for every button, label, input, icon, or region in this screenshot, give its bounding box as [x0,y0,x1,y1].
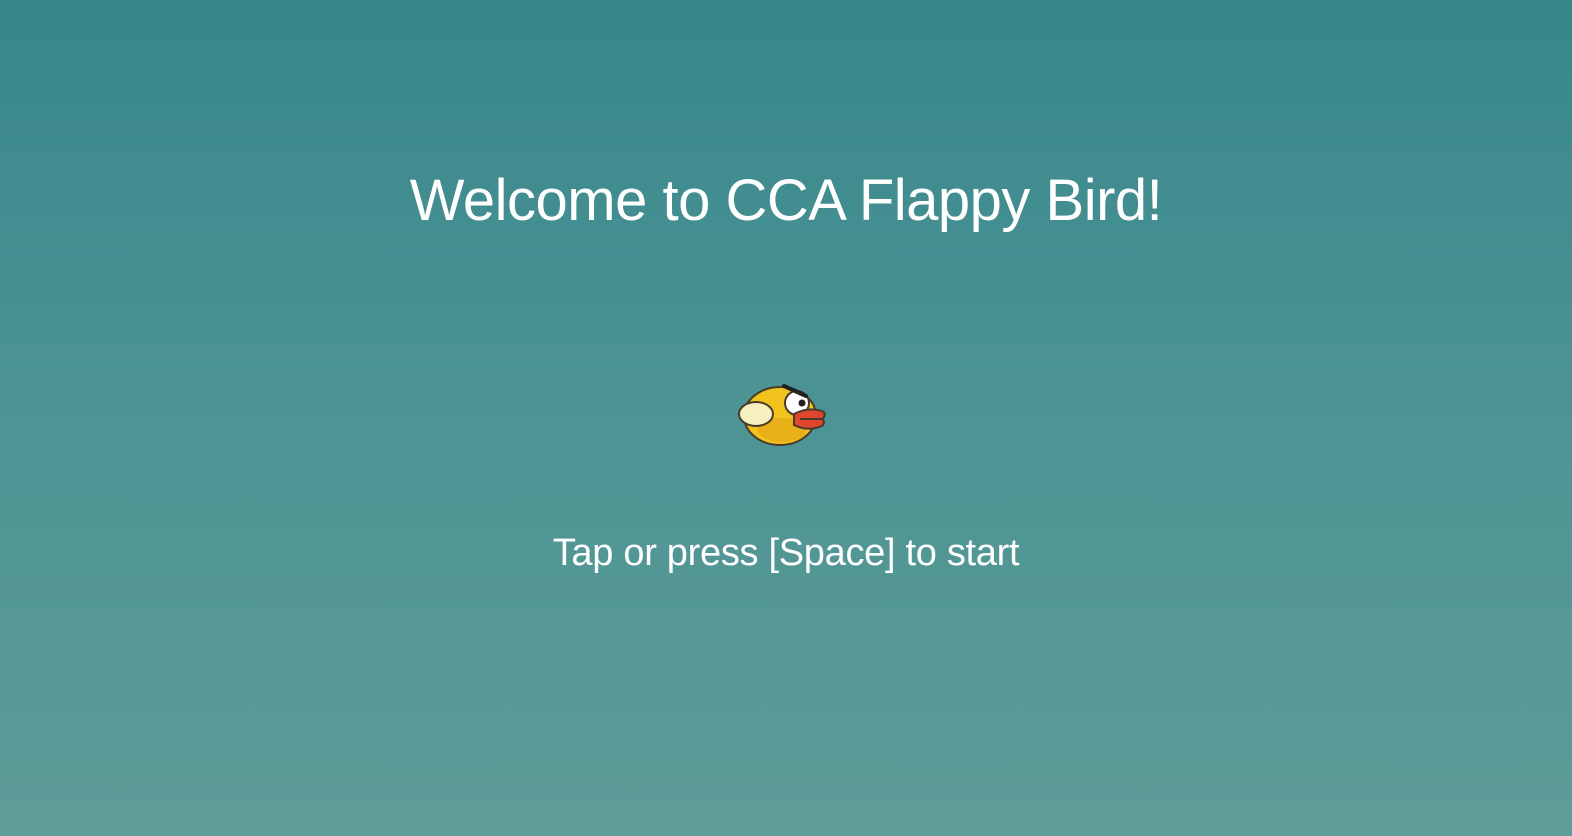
flappy-bird-icon [738,384,826,446]
game-screen[interactable]: Welcome to CCA Flappy Bird! Tap or press… [0,0,1572,836]
bird-wing [738,401,774,427]
start-prompt: Tap or press [Space] to start [552,532,1020,574]
welcome-title: Welcome to CCA Flappy Bird! [409,168,1163,233]
